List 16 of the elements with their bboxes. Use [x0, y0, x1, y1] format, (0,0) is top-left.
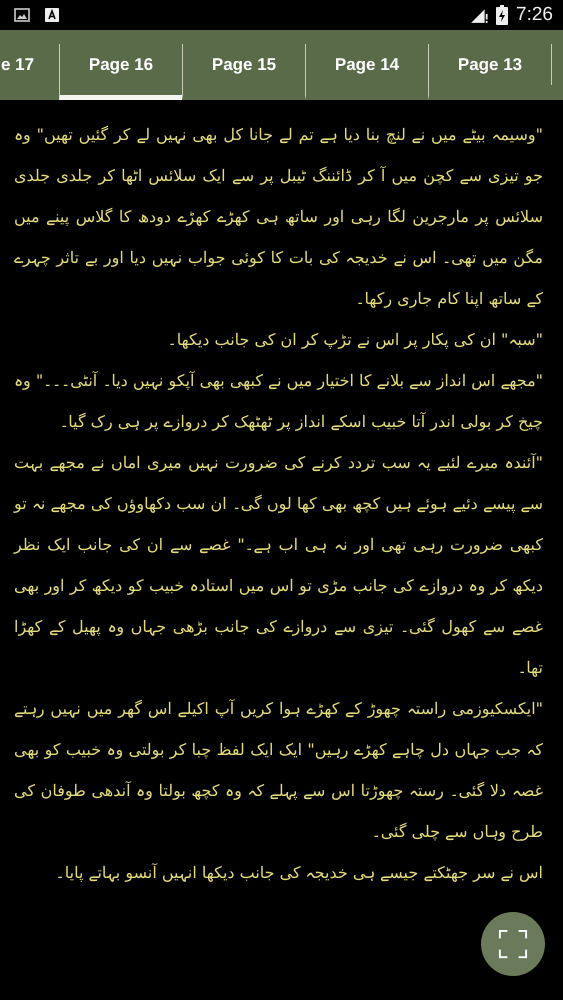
- story-paragraph: "آئندہ میرے لئیے یہ سب تردد کرنے کی ضرورت نہیں میری اماں نے مجھے بہت سے پیسے دئیے ہوئے ہیں کچھ بھی کھا لوں گی۔ ان سب دکھاوؤں کی مجھے نہ تو کبھی ضرورت رہی تھی اور نہ ہی اب ہے۔" غصے سے ان کی جانب ایک نظر دیکھ کر وہ دروازے کی جانب مڑی تو اس میں استادہ خبیب کو دیکھ کر اور بھی غصے سے کھول گئی۔ تیزی سے دروازے کی جانب بڑھی جہاں وہ پھیل کے کھڑا تھا۔: [14, 452, 543, 679]
- story-paragraph: "وسیمہ بیٹے میں نے لنچ بنا دیا ہے تم لے جانا کل بھی نہیں لے کر گئیں تھیں" وہ جو تیزی سے کچن میں آ کر ڈائننگ ٹیبل پر سے ایک سلائس اٹھا کر جلدی جلدی سلائس پر مارجرین لگا رہی اور ساتھ ہی کھڑے کھڑے دودھ کا گلاس پینے میں مگن میں تھی۔ اس نے خدیجہ کی بات کا کوئی جواب نہیں دیا اور بے تاثر چہرے کے ساتھ اپنا کام جاری رکھا۔: [14, 124, 543, 310]
- status-time: 7:26: [516, 4, 553, 26]
- fullscreen-icon: [498, 929, 528, 959]
- letter-icon: [44, 7, 60, 23]
- story-paragraph: "مجھے اس انداز سے بلانے کا اختیار میں نے کبھی بھی آپکو نہیں دیا۔ آنٹی۔۔۔" وہ چیخ کر بولی اندر آتا خبیب اسکے انداز پر ٹھٹھک کر دروازے پر ہی رک گیا۔: [14, 370, 543, 433]
- page-tab[interactable]: e 17: [0, 44, 59, 100]
- page-tab[interactable]: Page 16: [59, 44, 182, 100]
- page-tab[interactable]: Page 14: [305, 44, 428, 100]
- battery-charging-icon: [496, 5, 508, 25]
- page-tab[interactable]: Page 15: [182, 44, 305, 100]
- image-icon: [14, 7, 30, 23]
- story-paragraph: اس نے سر جھٹکتے جیسے ہی خدیجہ کی جانب دیکھا انہیں آنسو بہاتے پایا۔: [54, 862, 543, 884]
- story-paragraph: "ایکسکیوزمی راستہ چھوڑ کے کھڑے ہوا کریں آپ اکیلے اس گھر میں نہیں رہتے کہ جب جہاں دل چاہے کھڑے رہیں" ایک ایک لفظ چبا کر بولتی وہ خبیب کو بھی غصہ دلا گئی۔ رستہ چھوڑتا اس سے پہلے کہ وہ کچھ بولتا وہ آندھی طوفان کی طرح وہاں سے چلی گئی۔: [14, 698, 543, 843]
- story-paragraph: "سبہ" ان کی پکار پر اس نے تڑپ کر ان کی جانب دیکھا۔: [166, 329, 543, 351]
- page-tab[interactable]: Page 13: [428, 44, 551, 100]
